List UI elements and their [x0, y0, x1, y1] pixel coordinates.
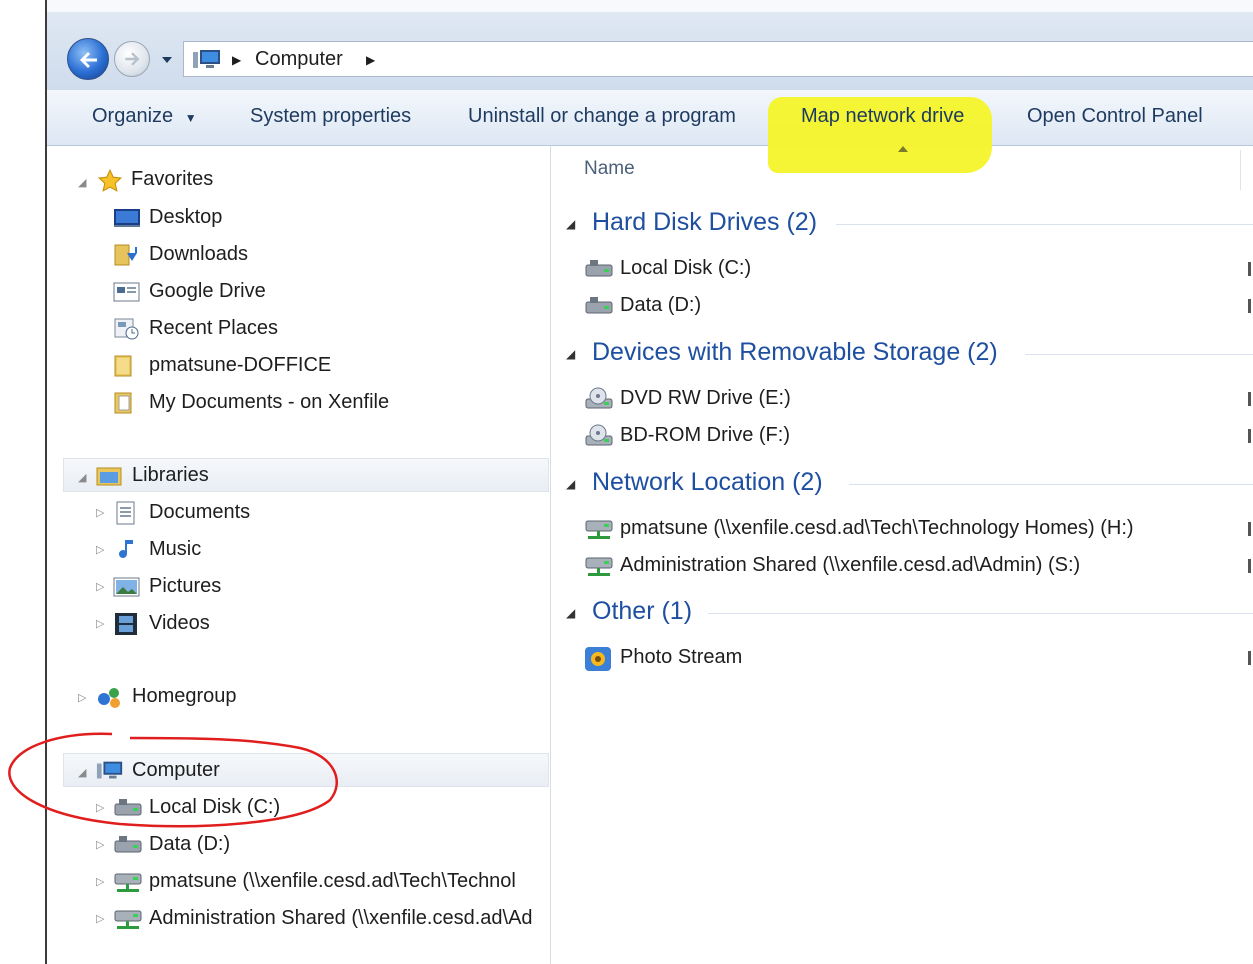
collapse-arrow-icon: ◢	[566, 217, 576, 231]
drive-label: DVD RW Drive (E:)	[620, 387, 791, 409]
truncated-column-mark	[1248, 392, 1251, 406]
film-icon	[115, 613, 137, 635]
pictures-icon	[113, 577, 140, 597]
nav-drive-label: Administration Shared (\\xenfile.cesd.ad…	[149, 907, 533, 929]
pane-divider[interactable]	[550, 146, 551, 964]
music-note-icon	[119, 540, 133, 558]
truncated-column-mark	[1248, 651, 1251, 665]
group-title: Network Location (2)	[592, 468, 823, 496]
drive-label: Local Disk (C:)	[620, 257, 752, 279]
photo-stream-icon	[585, 647, 611, 671]
breadcrumb-arrow-icon[interactable]: ▶	[232, 53, 241, 67]
group-title: Hard Disk Drives (2)	[592, 208, 818, 236]
uninstall-program-button[interactable]: Uninstall or change a program	[468, 105, 736, 128]
drive-label: Data (D:)	[620, 294, 702, 316]
nav-library-label: Pictures	[149, 575, 222, 597]
organize-label: Organize	[92, 105, 174, 127]
expand-arrow-icon[interactable]: ▷	[96, 617, 104, 630]
breadcrumb-computer[interactable]: Computer	[255, 48, 343, 71]
back-button[interactable]	[67, 38, 109, 80]
group-divider	[849, 484, 1253, 485]
breadcrumb-arrow-icon[interactable]: ▶	[366, 53, 375, 67]
nav-favorite-label: Recent Places	[149, 317, 278, 339]
organize-button[interactable]: Organize ▼	[92, 105, 197, 128]
group-title: Other (1)	[592, 597, 693, 625]
truncated-column-mark	[1248, 262, 1251, 276]
desktop-icon	[114, 209, 140, 227]
nav-libraries-label: Libraries	[132, 464, 209, 486]
group-divider	[1025, 354, 1253, 355]
collapse-arrow-icon[interactable]: ◢	[78, 176, 86, 189]
nav-drive-label: Data (D:)	[149, 833, 231, 855]
expand-arrow-icon[interactable]: ▷	[96, 838, 104, 851]
nav-favorites-label: Favorites	[131, 168, 214, 190]
nav-favorite-label: My Documents - on Xenfile	[149, 391, 390, 413]
google-drive-icon	[113, 282, 140, 302]
title-bar	[47, 0, 1253, 12]
folder-icon	[114, 355, 132, 377]
collapse-arrow-icon[interactable]: ◢	[78, 471, 86, 484]
documents-icon	[116, 501, 135, 525]
homegroup-icon	[98, 688, 120, 708]
forward-button[interactable]	[114, 41, 150, 77]
libraries-icon	[96, 467, 122, 486]
expand-arrow-icon[interactable]: ▷	[78, 691, 86, 704]
network-drive-icon	[114, 873, 142, 892]
nav-favorite-label: Downloads	[149, 243, 248, 265]
nav-favorite-label: Google Drive	[149, 280, 266, 302]
truncated-column-mark	[1248, 559, 1251, 573]
group-divider	[836, 224, 1253, 225]
forward-arrow-icon	[125, 52, 140, 66]
map-network-drive-button[interactable]: Map network drive	[801, 105, 964, 128]
address-bar[interactable]: ▶ Computer ▶	[183, 41, 1253, 77]
nav-homegroup-label: Homegroup	[132, 685, 237, 707]
computer-icon	[193, 50, 220, 68]
optical-drive-icon	[585, 424, 613, 446]
nav-library-label: Videos	[149, 612, 210, 634]
nav-favorite-label: pmatsune-DOFFICE	[149, 354, 332, 376]
recent-places-icon	[114, 318, 139, 340]
group-title: Devices with Removable Storage (2)	[592, 338, 998, 366]
collapse-arrow-icon: ◢	[566, 606, 576, 620]
expand-arrow-icon[interactable]: ▷	[96, 912, 104, 925]
network-drive-icon	[114, 910, 142, 929]
downloads-folder-icon	[114, 244, 137, 266]
column-divider[interactable]	[1240, 150, 1241, 190]
expand-arrow-icon[interactable]: ▷	[96, 506, 104, 519]
collapse-arrow-icon: ◢	[566, 477, 576, 491]
expand-arrow-icon[interactable]: ▷	[96, 580, 104, 593]
group-divider	[708, 613, 1253, 614]
star-icon	[97, 168, 123, 192]
recent-pages-dropdown-icon[interactable]	[160, 53, 174, 67]
red-circle-annotation	[8, 732, 338, 828]
open-control-panel-button[interactable]: Open Control Panel	[1027, 105, 1203, 128]
network-drive-icon	[585, 557, 613, 576]
nav-library-label: Documents	[149, 501, 251, 523]
chevron-down-icon: ▼	[184, 111, 197, 125]
nav-favorite-label: Desktop	[149, 206, 223, 228]
optical-drive-icon	[585, 387, 613, 409]
photo-stream-label: Photo Stream	[620, 646, 743, 668]
column-header-name[interactable]: Name	[584, 158, 635, 180]
drive-label: pmatsune (\\xenfile.cesd.ad\Tech\Technol…	[620, 517, 1134, 539]
hard-disk-icon	[585, 297, 613, 314]
hard-disk-icon	[114, 836, 142, 853]
truncated-column-mark	[1248, 299, 1251, 313]
expand-arrow-icon[interactable]: ▷	[96, 543, 104, 556]
document-folder-icon	[114, 392, 132, 414]
nav-library-label: Music	[149, 538, 202, 560]
back-arrow-icon	[80, 52, 97, 68]
drive-label: BD-ROM Drive (F:)	[620, 424, 790, 446]
truncated-column-mark	[1248, 522, 1251, 536]
system-properties-button[interactable]: System properties	[250, 105, 411, 128]
network-drive-icon	[585, 520, 613, 539]
collapse-arrow-icon: ◢	[566, 347, 576, 361]
truncated-column-mark	[1248, 429, 1251, 443]
nav-drive-label: pmatsune (\\xenfile.cesd.ad\Tech\Technol	[149, 870, 516, 892]
drive-label: Administration Shared (\\xenfile.cesd.ad…	[620, 554, 1081, 576]
caret-icon	[898, 146, 908, 152]
expand-arrow-icon[interactable]: ▷	[96, 875, 104, 888]
hard-disk-icon	[585, 260, 613, 277]
